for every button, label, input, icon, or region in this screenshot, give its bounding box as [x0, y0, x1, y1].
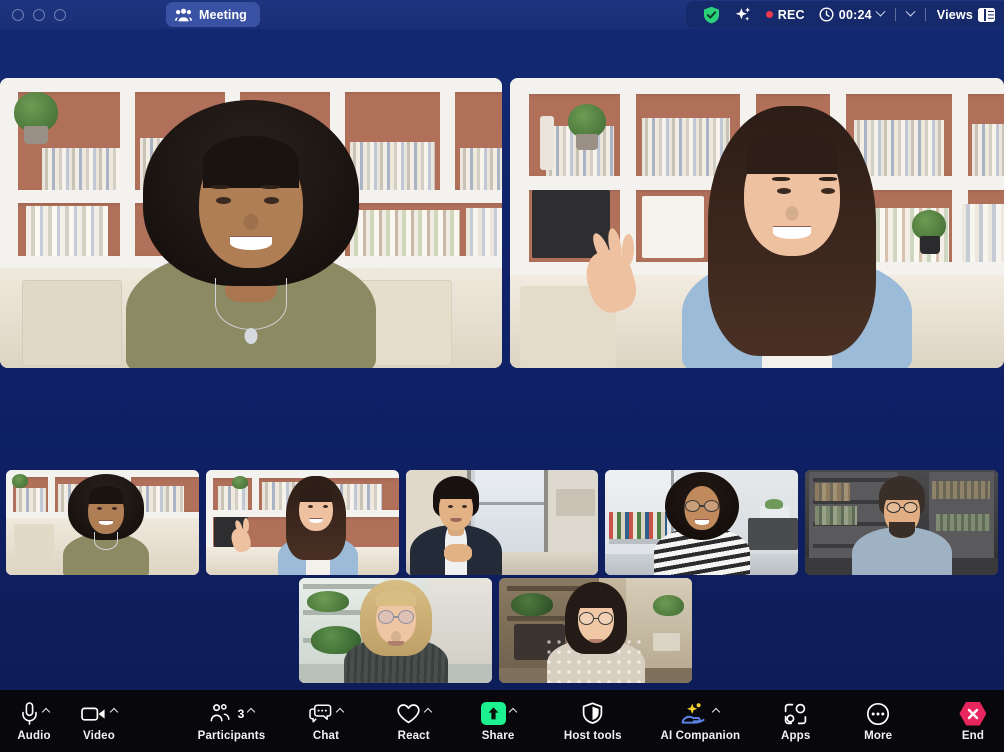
meeting-title-pill[interactable]: Meeting	[166, 2, 260, 27]
chevron-up-icon[interactable]	[712, 707, 721, 716]
toolbar-button-end[interactable]: End	[942, 690, 1004, 752]
share-screen-icon	[480, 702, 506, 725]
end-call-icon	[959, 701, 987, 726]
chevron-up-icon[interactable]	[508, 707, 517, 716]
toolbar-label-share: Share	[481, 729, 515, 742]
chevron-up-icon[interactable]	[423, 707, 433, 716]
chevron-down-icon[interactable]	[905, 6, 916, 17]
participants-icon	[210, 704, 230, 722]
video-feed	[605, 470, 799, 575]
toolbar-button-react[interactable]: React	[377, 690, 450, 752]
speaker-tile-2[interactable]	[510, 78, 1004, 368]
ai-status-icon-button[interactable]	[727, 1, 759, 28]
toolbar-button-participants[interactable]: 3 Participants	[176, 690, 287, 752]
views-button[interactable]: Views	[930, 1, 1002, 28]
apps-icon	[784, 703, 807, 724]
thumbnail-7[interactable]	[499, 578, 692, 683]
divider	[894, 8, 896, 21]
toolbar-label-host-tools: Host tools	[563, 729, 622, 742]
ai-companion-icon	[681, 702, 705, 724]
chevron-up-icon[interactable]	[335, 707, 345, 716]
more-dots-icon	[867, 702, 890, 725]
toolbar-label-apps: Apps	[781, 729, 811, 742]
zoom-meeting-window: Meeting REC 00:24 Views Audio Video 3 Pa…	[0, 0, 1004, 752]
views-label: Views	[936, 7, 973, 22]
meeting-timer[interactable]: 00:24	[812, 1, 891, 28]
toolbar-button-more[interactable]: More	[841, 690, 916, 752]
thumbnail-4[interactable]	[605, 470, 799, 575]
thumbnail-6[interactable]	[299, 578, 492, 683]
heart-icon	[397, 703, 420, 723]
meeting-timer-value: 00:24	[838, 7, 872, 22]
recording-dot-icon	[765, 11, 773, 18]
thumbnail-5[interactable]	[805, 470, 998, 575]
status-overflow-button[interactable]	[900, 1, 921, 28]
recording-label: REC	[777, 7, 805, 22]
speaker-stage	[0, 78, 1004, 368]
participants-count-badge: 3	[237, 706, 245, 721]
toolbar-button-audio[interactable]: Audio	[2, 690, 66, 752]
toolbar-button-apps[interactable]: Apps	[761, 690, 831, 752]
clock-icon	[819, 7, 834, 22]
video-feed	[805, 470, 998, 575]
video-feed	[405, 470, 599, 575]
video-feed	[510, 78, 1004, 368]
toolbar-label-ai-companion: AI Companion	[660, 729, 741, 742]
video-feed	[6, 470, 199, 575]
speaker-tile-1[interactable]	[0, 78, 502, 368]
toolbar-button-video[interactable]: Video	[66, 690, 132, 752]
close-window-button[interactable]	[12, 8, 24, 21]
video-camera-icon	[81, 707, 105, 721]
toolbar-label-audio: Audio	[17, 729, 51, 742]
window-controls[interactable]	[12, 8, 66, 21]
toolbar-label-chat: Chat	[312, 729, 340, 742]
encryption-status[interactable]	[696, 1, 727, 28]
meeting-status-bar: REC 00:24 Views	[685, 1, 1004, 28]
chevron-up-icon[interactable]	[41, 707, 50, 716]
chat-bubble-icon	[309, 704, 332, 723]
recording-indicator[interactable]: REC	[759, 1, 812, 28]
chevron-up-icon[interactable]	[109, 707, 119, 716]
layout-view-icon	[978, 7, 995, 22]
shield-check-icon	[703, 6, 719, 23]
chevron-up-icon[interactable]	[247, 707, 256, 716]
video-feed	[205, 470, 399, 575]
microphone-icon	[21, 701, 37, 725]
video-feed	[299, 578, 492, 683]
thumbnail-3[interactable]	[405, 470, 599, 575]
toolbar-label-end: End	[961, 729, 985, 742]
filmstrip-row-1	[6, 470, 998, 575]
minimize-window-button[interactable]	[33, 8, 45, 21]
toolbar-label-video: Video	[83, 729, 115, 742]
toolbar-label-participants: Participants	[197, 729, 266, 742]
participants-group-icon	[175, 8, 192, 21]
toolbar-button-share[interactable]: Share	[460, 690, 535, 752]
video-feed	[0, 78, 502, 368]
thumbnail-1[interactable]	[6, 470, 199, 575]
divider	[924, 8, 926, 21]
meeting-title-label: Meeting	[199, 7, 247, 22]
maximize-window-button[interactable]	[54, 8, 66, 21]
title-bar: Meeting REC 00:24 Views	[0, 0, 1004, 29]
toolbar-button-chat[interactable]: Chat	[293, 690, 359, 752]
sparkle-icon	[735, 6, 750, 21]
shield-icon	[583, 702, 603, 724]
meeting-toolbar: Audio Video 3 Participants Chat React Sh…	[0, 690, 1004, 752]
toolbar-label-react: React	[397, 729, 430, 742]
toolbar-button-ai-companion[interactable]: AI Companion	[644, 690, 757, 752]
toolbar-label-more: More	[864, 729, 893, 742]
thumbnail-2[interactable]	[205, 470, 399, 575]
chevron-down-icon[interactable]	[875, 6, 886, 17]
filmstrip-row-2	[299, 578, 692, 683]
video-feed	[499, 578, 692, 683]
toolbar-button-host-tools[interactable]: Host tools	[546, 690, 640, 752]
